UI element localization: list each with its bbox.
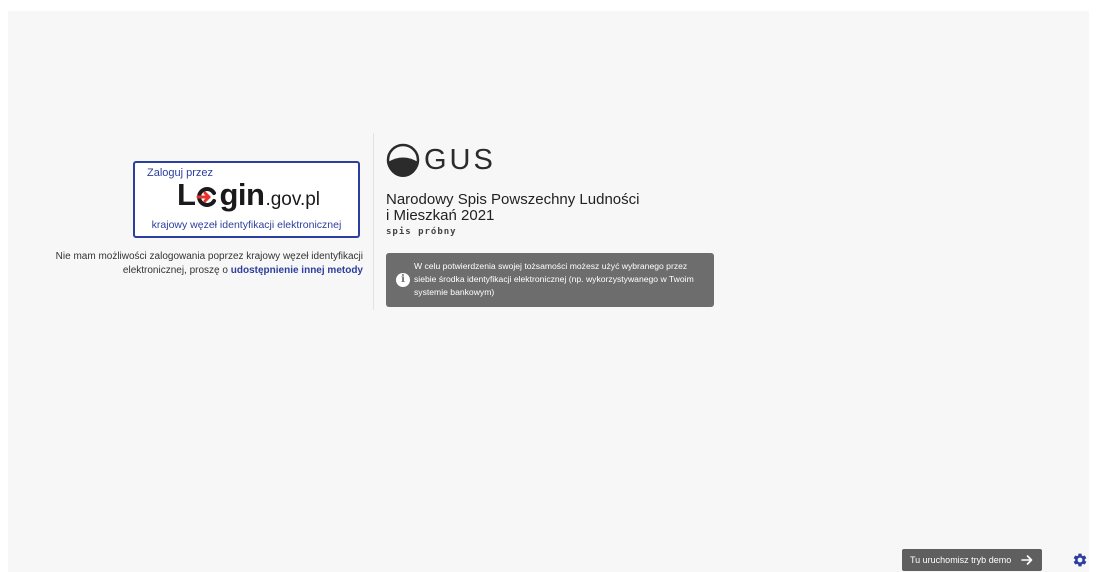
census-title: Narodowy Spis Powszechny Ludności i Mies… <box>386 192 639 224</box>
login-arrow-o-icon <box>196 187 217 207</box>
census-title-line1: Narodowy Spis Powszechny Ludności <box>386 191 640 208</box>
alternative-method-link[interactable]: udostępnienie innej metody <box>231 265 363 276</box>
arrow-right-icon <box>1021 555 1033 565</box>
login-gov-button[interactable]: Zaloguj przez L gin .gov.pl krajowy węze… <box>133 161 360 238</box>
info-icon: i <box>396 273 410 287</box>
column-divider <box>373 133 374 310</box>
gus-logo: GUS <box>386 133 496 179</box>
login-gov-logo: L gin .gov.pl <box>177 177 321 212</box>
logo-domain: .gov.pl <box>265 189 321 210</box>
info-text: W celu potwierdzenia swojej tożsamości m… <box>414 261 694 297</box>
info-panel: i W celu potwierdzenia swojej tożsamości… <box>386 253 714 307</box>
gus-wordmark: GUS <box>424 143 496 176</box>
login-subtitle: krajowy węzeł identyfikacji elektroniczn… <box>151 219 342 231</box>
logo-gin: gin <box>219 177 265 212</box>
demo-mode-button[interactable]: Tu uruchomisz tryb demo <box>902 549 1042 571</box>
alternative-method-text: Nie mam możliwości zalogowania poprzez k… <box>20 250 363 278</box>
census-title-line2: i Mieszkań 2021 <box>386 207 495 224</box>
logo-letter-l: L <box>177 177 196 212</box>
gear-icon[interactable] <box>1072 552 1088 568</box>
demo-mode-label: Tu uruchomisz tryb demo <box>910 555 1012 565</box>
census-subtitle: spis próbny <box>386 227 457 237</box>
gus-emblem-icon <box>386 143 420 177</box>
